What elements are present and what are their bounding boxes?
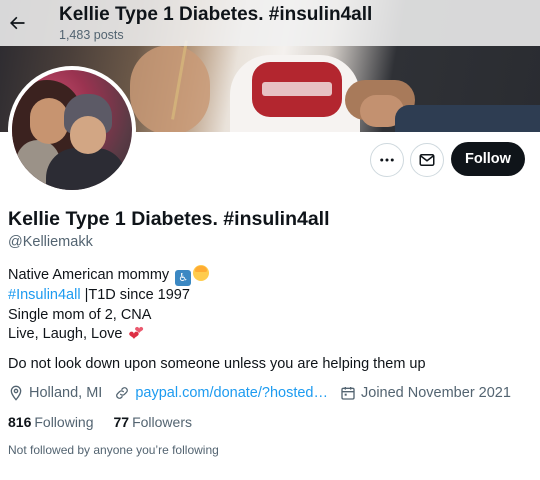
calendar-icon [341,387,355,400]
envelope-icon [419,154,435,166]
more-button[interactable] [370,143,404,177]
bio-line: #Insulin4all |T1D since 1997 [8,286,209,306]
follow-button[interactable]: Follow [451,142,525,176]
website-link[interactable]: paypal.com/donate/?hosted… [135,385,328,401]
joined-date: Joined November 2021 [340,385,511,401]
back-button[interactable] [0,6,34,40]
bio-text: |T1D since 1997 [80,287,190,303]
followers-link[interactable]: 77 Followers [114,414,192,430]
avatar-shape [70,116,106,154]
avatar[interactable] [8,66,136,194]
location: Holland, MI [8,385,102,401]
location-pin-icon [10,385,22,401]
posts-count: 1,483 posts [59,28,124,42]
avatar-shape [46,148,126,190]
location-text: Holland, MI [29,385,103,401]
bio-line: Single mom of 2, CNA [8,306,152,323]
avatar-shape [30,98,68,144]
following-count: 816 [8,414,32,430]
link-icon [116,387,129,399]
wheelchair-emoji-icon: ♿ [175,270,192,286]
bio-text: Live, Laugh, Love [8,326,123,342]
revolving-hearts-emoji-icon [129,325,147,342]
avatar-image [12,70,132,190]
website[interactable]: paypal.com/donate/?hosted… [114,385,328,401]
header-title: Kellie Type 1 Diabetes. #insulin4all [59,4,373,25]
banner-shape [262,82,332,96]
bio-line: Live, Laugh, Love [8,325,209,345]
followers-count: 77 [113,414,130,430]
profile-handle: @Kelliemakk [8,234,93,250]
bio-text: Native American mommy [8,267,170,283]
followers-label: Followers [132,414,192,430]
followed-by-text: Not followed by anyone you’re following [8,443,219,457]
message-button[interactable] [410,143,444,177]
banner-shape [395,105,540,132]
joined-text: Joined November 2021 [361,385,511,401]
profile-header: Kellie Type 1 Diabetes. #insulin4all 1,4… [0,0,540,46]
blond-person-emoji-icon [193,265,210,281]
bio-line: Native American mommy ♿ [8,265,210,286]
arrow-left-icon [10,16,25,30]
profile-name: Kellie Type 1 Diabetes. #insulin4all [8,208,330,230]
following-link[interactable]: 816 Following [8,414,94,430]
profile-meta: Holland, MI paypal.com/donate/?hosted… J… [8,385,523,401]
follow-stats: 816 Following 77 Followers [8,414,212,430]
hashtag-link[interactable]: #Insulin4all [8,287,81,303]
following-label: Following [34,414,94,430]
header-text: Kellie Type 1 Diabetes. #insulin4all 1,4… [59,4,372,42]
bio-quote: Do not look down upon someone unless you… [8,356,426,372]
more-icon [380,158,394,162]
profile-bio: Native American mommy ♿ #Insulin4all |T1… [8,265,210,345]
